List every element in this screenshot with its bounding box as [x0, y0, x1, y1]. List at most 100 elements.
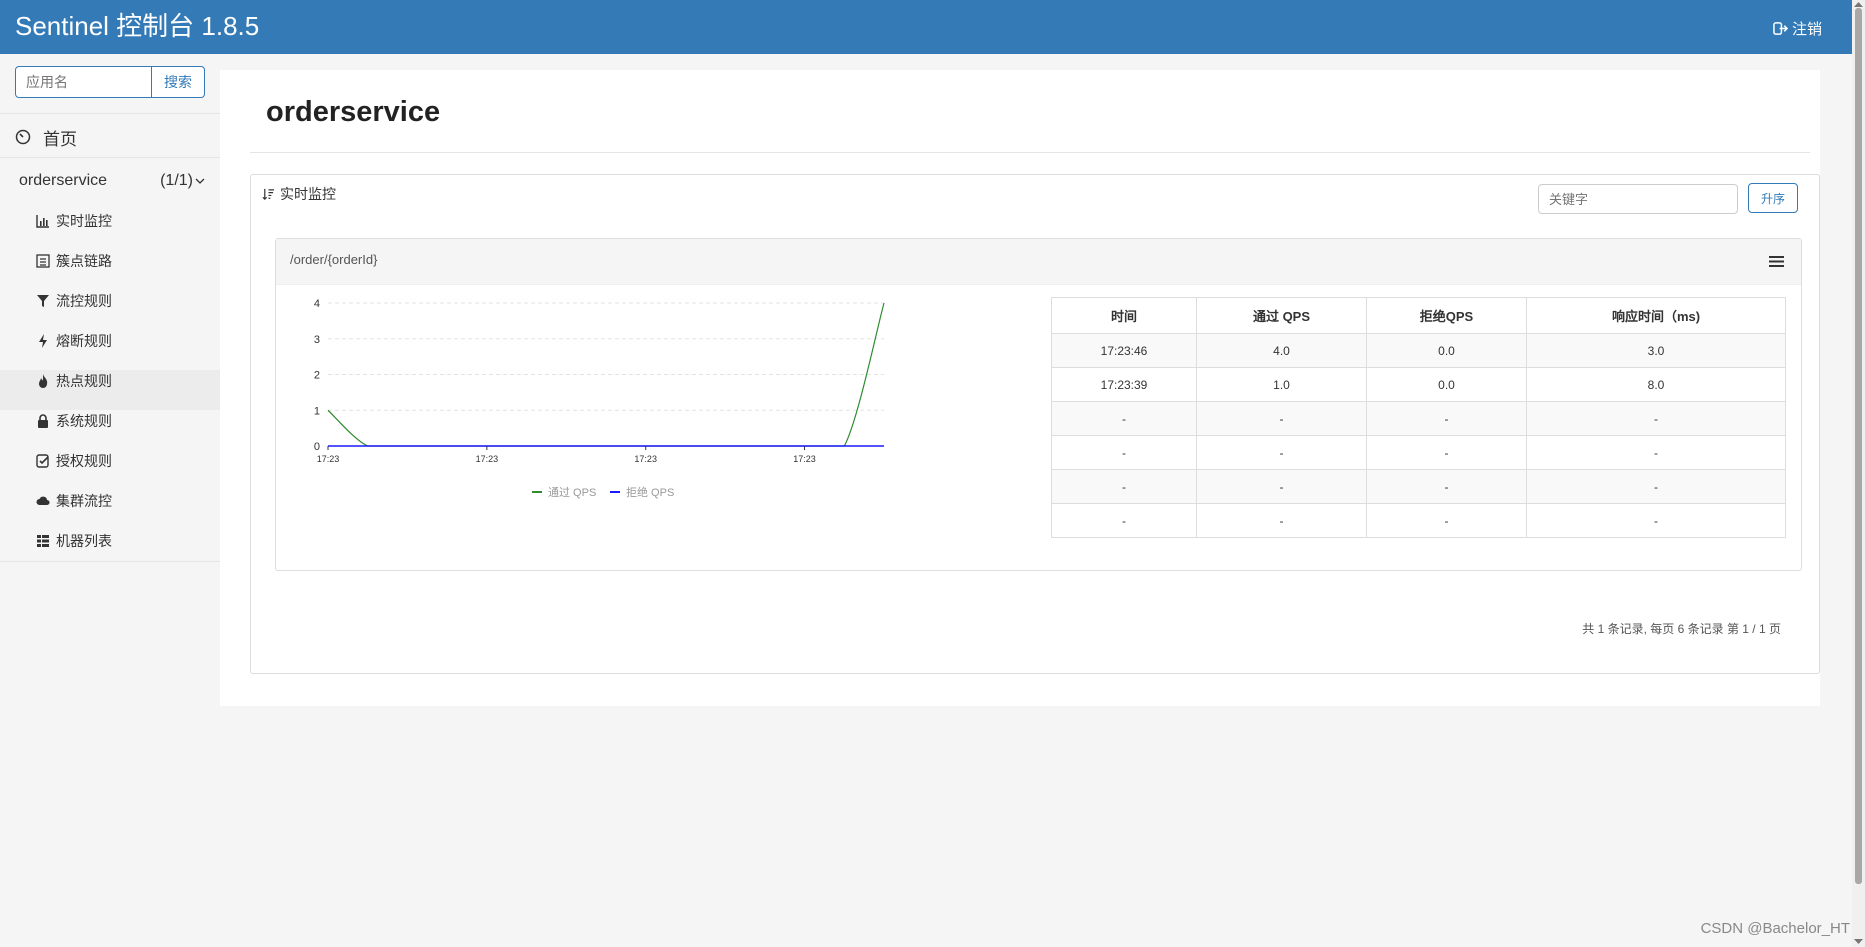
- menu-label: 机器列表: [56, 533, 112, 549]
- sidebar-item-cluster-link[interactable]: 簇点链路: [36, 250, 112, 272]
- flash-icon: [39, 334, 47, 348]
- sidebar-item-realtime-monitor[interactable]: 实时监控: [36, 210, 112, 232]
- metrics-table: 时间 通过 QPS 拒绝QPS 响应时间（ms) 17:23:46 4.0 0.…: [1051, 297, 1786, 538]
- column-header: 时间: [1051, 297, 1197, 334]
- sort-icon: [262, 188, 275, 200]
- list-icon: [36, 254, 50, 268]
- table-cell: -: [1526, 503, 1786, 538]
- menu-label: 热点规则: [56, 373, 112, 389]
- table-row: 17:23:46 4.0 0.0 3.0: [1051, 333, 1786, 368]
- title-divider: [250, 152, 1810, 153]
- menu-label: 熔断规则: [56, 333, 112, 349]
- app-search-input[interactable]: [15, 66, 152, 98]
- sidebar-item-machine-list[interactable]: 机器列表: [36, 530, 112, 552]
- y-tick-label: 2: [314, 370, 320, 382]
- x-tick-label: 17:23: [793, 454, 816, 464]
- table-cell: -: [1051, 503, 1197, 538]
- sidebar-item-flow-rules[interactable]: 流控规则: [36, 290, 112, 312]
- logout-link[interactable]: 注销: [1773, 18, 1822, 39]
- y-tick-label: 3: [314, 334, 320, 346]
- table-cell: -: [1366, 401, 1527, 436]
- app-search-group: 搜索: [15, 66, 205, 98]
- table-cell: 3.0: [1526, 333, 1786, 368]
- x-tick-label: 17:23: [476, 454, 499, 464]
- column-header: 通过 QPS: [1196, 297, 1367, 334]
- table-cell: 1.0: [1196, 367, 1367, 402]
- menu-icon[interactable]: [1769, 255, 1784, 268]
- app-search-button[interactable]: 搜索: [152, 66, 205, 98]
- scrollbar-thumb[interactable]: [1855, 8, 1862, 884]
- sidebar: 搜索 首页 orderservice (1/1) 实时监控 簇点链路 流控规则 …: [0, 54, 220, 947]
- y-tick-label: 1: [314, 405, 320, 417]
- sidebar-item-authority-rules[interactable]: 授权规则: [36, 450, 112, 472]
- table-cell: -: [1196, 469, 1367, 504]
- cloud-icon: [36, 496, 50, 506]
- resource-card: /order/{orderId} 0 1 2 3 4 17:23 17:23 17:23 17:…: [275, 238, 1802, 571]
- table-cell: -: [1366, 469, 1527, 504]
- table-cell: 17:23:46: [1051, 333, 1197, 368]
- y-tick-label: 4: [314, 298, 320, 310]
- app-name: orderservice: [19, 172, 108, 189]
- sidebar-divider: [0, 113, 220, 114]
- table-row: - - - -: [1051, 401, 1786, 436]
- resource-card-header: /order/{orderId}: [276, 239, 1801, 285]
- sidebar-item-home[interactable]: 首页: [15, 122, 77, 152]
- watermark: CSDN @Bachelor_HT: [1700, 920, 1850, 937]
- filter-icon: [37, 295, 49, 307]
- x-tick-label: 17:23: [317, 454, 340, 464]
- menu-label: 簇点链路: [56, 253, 112, 269]
- table-cell: -: [1366, 503, 1527, 538]
- table-row: - - - -: [1051, 469, 1786, 504]
- grid-icon: [37, 535, 49, 547]
- table-cell: 0.0: [1366, 333, 1527, 368]
- keyword-search-input[interactable]: [1538, 184, 1738, 214]
- sort-ascending-button[interactable]: 升序: [1748, 183, 1798, 213]
- page-scrollbar[interactable]: [1852, 0, 1865, 947]
- chevron-down-icon: [195, 178, 205, 184]
- sidebar-app-orderservice[interactable]: orderservice (1/1): [19, 166, 205, 196]
- table-cell: 8.0: [1526, 367, 1786, 402]
- table-cell: -: [1196, 435, 1367, 470]
- app-title[interactable]: Sentinel 控制台 1.8.5: [15, 10, 259, 42]
- scroll-down-arrow-icon[interactable]: [1854, 939, 1863, 945]
- table-cell: -: [1196, 503, 1367, 538]
- app-machine-count: (1/1): [160, 172, 205, 190]
- table-row: 17:23:39 1.0 0.0 8.0: [1051, 367, 1786, 402]
- pagination-info: 共 1 条记录, 每页 6 条记录 第 1 / 1 页: [1582, 622, 1781, 636]
- table-cell: -: [1526, 435, 1786, 470]
- menu-label: 集群流控: [56, 493, 112, 509]
- lock-icon: [38, 414, 48, 428]
- table-cell: -: [1196, 401, 1367, 436]
- table-cell: -: [1366, 435, 1527, 470]
- home-label: 首页: [43, 129, 77, 149]
- table-row: - - - -: [1051, 503, 1786, 538]
- y-tick-label: 0: [314, 441, 320, 453]
- fire-icon: [39, 374, 48, 388]
- sidebar-item-hotspot-rules[interactable]: 热点规则: [36, 370, 112, 392]
- sidebar-divider: [0, 561, 220, 562]
- check-icon: [36, 454, 49, 468]
- menu-label: 授权规则: [56, 453, 112, 469]
- app-count-text: (1/1): [160, 172, 193, 189]
- table-cell: -: [1051, 469, 1197, 504]
- section-title: 实时监控: [280, 186, 336, 202]
- table-cell: 0.0: [1366, 367, 1527, 402]
- table-cell: -: [1526, 401, 1786, 436]
- sidebar-item-system-rules[interactable]: 系统规则: [36, 410, 112, 432]
- logout-label: 注销: [1791, 21, 1822, 38]
- sidebar-item-degrade-rules[interactable]: 熔断规则: [36, 330, 112, 352]
- scroll-up-arrow-icon[interactable]: [1854, 1, 1863, 7]
- section-heading: 实时监控: [262, 184, 336, 204]
- top-navbar: Sentinel 控制台 1.8.5 注销: [0, 0, 1852, 54]
- column-header: 拒绝QPS: [1366, 297, 1527, 334]
- sidebar-divider: [0, 157, 220, 158]
- sign-out-icon: [1773, 22, 1788, 35]
- bar-chart-icon: [36, 215, 49, 228]
- legend-label: 拒绝 QPS: [626, 485, 674, 499]
- table-header-row: 时间 通过 QPS 拒绝QPS 响应时间（ms): [1051, 297, 1786, 334]
- sidebar-item-cluster-flow[interactable]: 集群流控: [36, 490, 112, 512]
- page-title: orderservice: [266, 96, 441, 128]
- table-cell: 17:23:39: [1051, 367, 1197, 402]
- table-cell: -: [1526, 469, 1786, 504]
- qps-line-chart: 0 1 2 3 4 17:23 17:23 17:23 17:23 通过 QPS 拒绝 QPS: [314, 298, 885, 499]
